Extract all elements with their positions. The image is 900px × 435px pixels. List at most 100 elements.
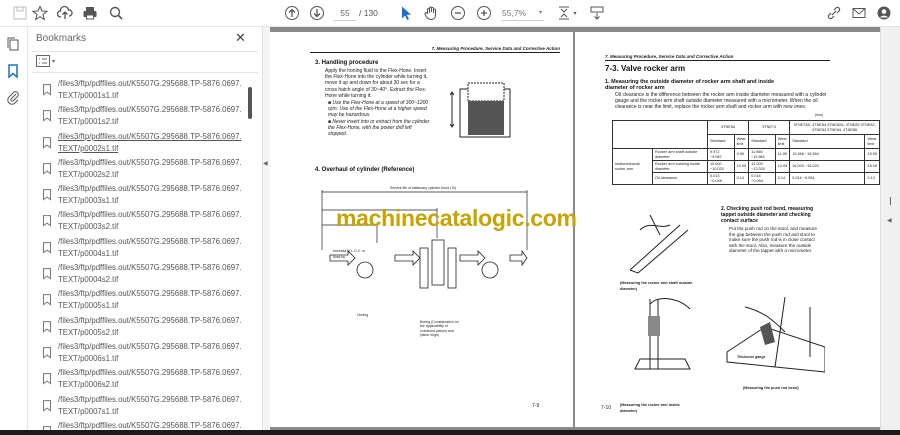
- table-cell: 16.000 ~16.020: [789, 160, 866, 173]
- scroll-mode-icon[interactable]: [589, 4, 605, 22]
- table-cell: 0.016 ~0.054: [789, 172, 866, 185]
- bookmark-item[interactable]: /files3/ftp/pdffiles.out/K5507G.295688.T…: [32, 101, 250, 127]
- bookmark-icon: [43, 84, 51, 96]
- bookmarks-icon[interactable]: [5, 62, 21, 80]
- page-number-input[interactable]: 55: [334, 5, 356, 21]
- table-cell: 12.05: [774, 160, 791, 173]
- share-link-icon[interactable]: [826, 4, 842, 22]
- bookmark-icon: [43, 320, 51, 333]
- taskbar: [0, 430, 900, 435]
- row-label: Rocker arm bushing inside diameter: [652, 160, 708, 173]
- bookmark-item[interactable]: /files3/ftp/pdffiles.out/K5507G.295688.T…: [32, 180, 250, 206]
- panel-splitter[interactable]: ◀: [262, 27, 270, 430]
- bookmark-label: /files3/ftp/pdffiles.out/K5507G.295688.T…: [58, 184, 242, 206]
- pdf-page-right: 7. Measuring Procedure, Service Data and…: [575, 32, 880, 427]
- bookmark-label: /files3/ftp/pdffiles.out/K5507G.295688.T…: [58, 236, 242, 258]
- toolbar: 55 / 130 55,7% ▾ ▾: [0, 0, 900, 27]
- bookmark-item[interactable]: /files3/ftp/pdffiles.out/K5507G.295688.T…: [32, 154, 250, 180]
- star-icon[interactable]: [32, 4, 48, 22]
- figure-caption: (Measuring the push rod bend): [743, 386, 799, 390]
- page-number: 7-9: [532, 403, 540, 409]
- column-subheader: Standard: [707, 134, 735, 149]
- bookmark-icon: [43, 110, 51, 122]
- rocker-inside-illustration: [634, 298, 691, 370]
- note: ■ Use the Flex-Hone at a speed of 300~12…: [328, 100, 429, 119]
- page-number: 7-10: [601, 405, 612, 411]
- chevron-down-icon: ▾: [538, 10, 542, 16]
- bookmark-item[interactable]: /files3/ftp/pdffiles.out/K5507G.295688.T…: [32, 206, 250, 232]
- bookmark-item[interactable]: /files3/ftp/pdffiles.out/K5507G.295688.T…: [32, 233, 250, 259]
- bookmark-icon: [43, 215, 51, 228]
- bookmark-item[interactable]: /files3/ftp/pdffiles.out/K5507G.295688.T…: [32, 128, 250, 154]
- zoom-out-button[interactable]: [450, 4, 466, 22]
- collapse-panel-icon[interactable]: ◀: [263, 160, 268, 167]
- save-icon[interactable]: [12, 4, 28, 22]
- table-cell: 9.96: [733, 148, 750, 161]
- search-icon[interactable]: [108, 4, 124, 22]
- bookmark-icon: [43, 163, 51, 175]
- table-cell: 10.05: [733, 160, 750, 173]
- zoom-level-dropdown[interactable]: 55,7% ▾: [502, 5, 544, 21]
- push-rod-illustration: [726, 296, 825, 373]
- unit-label: (mm): [815, 113, 824, 117]
- column-header: 3TNE68: [706, 120, 750, 135]
- zoom-level-value: 55,7%: [502, 8, 527, 18]
- close-icon[interactable]: ✕: [235, 30, 246, 46]
- page-header: 7. Measuring Procedure, Service Data and…: [310, 46, 560, 53]
- bookmark-item[interactable]: /files3/ftp/pdffiles.out/K5507G.295688.T…: [32, 391, 250, 417]
- attachments-icon[interactable]: [5, 88, 21, 106]
- select-cursor-icon[interactable]: [398, 4, 414, 22]
- bookmark-item[interactable]: /files3/ftp/pdffiles.out/K5507G.295688.T…: [32, 417, 250, 430]
- bookmarks-scrollbar-thumb[interactable]: [248, 87, 252, 119]
- figure-caption: (Measuring the rocker arm inside diamete…: [620, 403, 680, 414]
- column-header: 3TNE74: [748, 120, 791, 135]
- bookmark-label: /files3/ftp/pdffiles.out/K5507G.295688.T…: [58, 210, 242, 232]
- cloud-upload-icon[interactable]: [57, 4, 73, 22]
- bookmark-item[interactable]: /files3/ftp/pdffiles.out/K5507G.295688.T…: [32, 338, 250, 364]
- bookmark-icon: [43, 268, 51, 280]
- table-cell: 0.013 ~0.048: [707, 172, 735, 185]
- bookmark-icon: [43, 426, 51, 430]
- page-thumbnails-icon[interactable]: [5, 35, 21, 53]
- vertical-scrollbar[interactable]: ◀: [880, 27, 900, 430]
- next-page-button[interactable]: [309, 4, 325, 22]
- bookmark-item[interactable]: /files3/ftp/pdffiles.out/K5507G.295688.T…: [32, 75, 250, 101]
- bookmark-icon: [43, 136, 51, 149]
- page-header: 7. Measuring Procedure, Service Data and…: [605, 54, 830, 61]
- previous-page-button[interactable]: [284, 4, 300, 22]
- bookmark-label: /files3/ftp/pdffiles.out/K5507G.295688.T…: [58, 157, 242, 179]
- bookmarks-title: Bookmarks: [36, 33, 87, 44]
- page-title: 7-3. Valve rocker arm: [605, 64, 686, 73]
- diagram-label: Honing: [357, 313, 369, 317]
- scrollbar-thumb[interactable]: [890, 197, 891, 205]
- bookmark-label: /files3/ftp/pdffiles.out/K5507G.295688.T…: [58, 131, 242, 153]
- hand-tool-icon[interactable]: [423, 4, 439, 22]
- bookmark-label: /files3/ftp/pdffiles.out/K5507G.295688.T…: [58, 420, 242, 430]
- zoom-in-button[interactable]: [476, 4, 492, 22]
- section-body: Apply the honing fluid to the Flex-Hone.…: [325, 68, 428, 99]
- bookmark-item[interactable]: /files3/ftp/pdffiles.out/K5507G.295688.T…: [32, 259, 250, 285]
- bookmark-item[interactable]: /files3/ftp/pdffiles.out/K5507G.295688.T…: [32, 312, 250, 338]
- bookmark-label: /files3/ftp/pdffiles.out/K5507G.295688.T…: [58, 341, 242, 363]
- page-total: / 130: [359, 8, 378, 18]
- fit-page-icon[interactable]: ▾: [556, 4, 578, 22]
- expand-panel-icon[interactable]: ◀: [887, 217, 892, 224]
- print-icon[interactable]: [82, 4, 98, 22]
- row-group: Intake/exhaust rocker arm: [612, 148, 653, 185]
- bookmark-icon: [43, 189, 51, 201]
- column-subheader: Wear limit: [864, 134, 880, 149]
- bookmark-icon: [43, 373, 51, 385]
- table-cell: 15.95: [864, 148, 880, 161]
- figure-caption: (Measuring the rocker arm shaft outside …: [620, 281, 693, 292]
- watermark: machinecatalogic.com: [336, 205, 577, 231]
- account-icon[interactable]: [876, 4, 892, 22]
- bookmark-item[interactable]: /files3/ftp/pdffiles.out/K5507G.295688.T…: [32, 285, 250, 311]
- bookmark-item[interactable]: /files3/ftp/pdffiles.out/K5507G.295688.T…: [32, 364, 250, 390]
- table-corner: [612, 120, 708, 149]
- note: ■ Never insert into or extract from the …: [328, 119, 430, 138]
- table-cell: 10.000 ~10.020: [707, 160, 735, 173]
- bookmark-options-button[interactable]: ▾: [36, 55, 55, 67]
- table-cell: 16.05: [864, 160, 880, 173]
- bookmark-label: /files3/ftp/pdffiles.out/K5507G.295688.T…: [58, 105, 242, 127]
- email-icon[interactable]: [851, 4, 867, 22]
